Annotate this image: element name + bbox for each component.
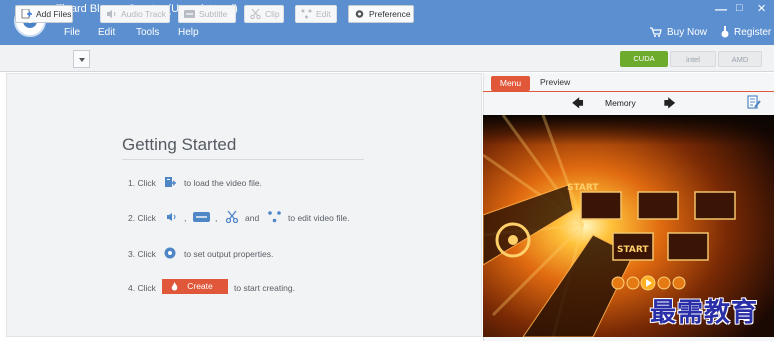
scissors-icon [250, 9, 261, 19]
subtitle-icon[interactable] [193, 212, 210, 222]
tab-underline [483, 91, 774, 92]
add-files-dropdown-button[interactable] [73, 50, 90, 68]
clip-label: Clip [265, 9, 280, 19]
cuda-badge[interactable]: CUDA [620, 51, 668, 67]
step1-prefix: 1. Click [128, 178, 156, 188]
subtitle-icon [184, 10, 195, 18]
menu-tools[interactable]: Tools [136, 27, 159, 38]
watermark-logo: 最需教育 [650, 298, 759, 328]
add-files-button[interactable]: Add Files [15, 5, 73, 23]
step2-prefix: 2. Click [128, 213, 156, 223]
preference-label: Preference [369, 9, 411, 19]
menu-help[interactable]: Help [178, 27, 199, 38]
edit-label: Edit [316, 9, 331, 19]
step3-suffix: to set output properties. [184, 249, 274, 259]
effects-icon[interactable] [268, 211, 281, 223]
audio-track-label: Audio Track [121, 9, 166, 19]
step4-suffix: to start creating. [234, 283, 295, 293]
close-button[interactable]: ✕ [757, 2, 766, 15]
amd-label: AMD [731, 55, 749, 64]
divider [122, 159, 364, 160]
register-link[interactable]: Register [734, 27, 771, 38]
clip-button[interactable]: Clip [244, 5, 284, 23]
key-icon[interactable] [720, 26, 730, 38]
gear-icon [355, 10, 364, 18]
file-list-area[interactable] [6, 73, 482, 337]
preference-button[interactable]: Preference [348, 5, 414, 23]
speaker-icon[interactable] [166, 212, 177, 222]
cuda-label: CUDA [633, 54, 655, 63]
menu-edit[interactable]: Edit [98, 27, 115, 38]
cart-icon[interactable] [650, 27, 662, 37]
getting-started-title: Getting Started [122, 135, 237, 154]
maximize-button[interactable]: □ [736, 2, 743, 14]
gear-icon[interactable] [164, 247, 176, 259]
step3-prefix: 3. Click [128, 249, 156, 259]
subtitle-label: Subtitle [199, 9, 228, 19]
menu-file[interactable]: File [64, 27, 80, 38]
tab-menu[interactable]: Menu [491, 76, 530, 91]
audio-track-button[interactable]: Audio Track [100, 5, 170, 23]
effects-icon [301, 9, 312, 19]
step2-comma2: , [215, 213, 218, 223]
add-file-icon[interactable] [164, 176, 176, 188]
arrow-left-icon[interactable]: 🡄 [572, 95, 583, 114]
step2-comma1: , [184, 213, 187, 223]
add-files-label: Add Files [36, 9, 72, 19]
fire-icon [171, 282, 178, 291]
step2-suffix: to edit video file. [288, 213, 350, 223]
create-button[interactable]: Create [162, 279, 228, 294]
step4-prefix: 4. Click [128, 283, 156, 293]
intel-badge[interactable]: intel [670, 51, 716, 67]
template-name: Memory [605, 98, 636, 108]
add-file-icon [21, 9, 32, 19]
subtitle-button[interactable]: Subtitle [178, 5, 236, 23]
intel-label: intel [686, 55, 700, 64]
arrow-right-icon[interactable]: 🡆 [664, 95, 675, 114]
tab-preview[interactable]: Preview [540, 77, 570, 87]
scissors-icon[interactable] [226, 211, 238, 223]
step2-and: and [245, 213, 260, 223]
edit-menu-icon[interactable] [747, 95, 761, 109]
speaker-icon [107, 10, 116, 18]
start-label: START [617, 245, 649, 255]
create-label: Create [187, 281, 213, 291]
buy-now-link[interactable]: Buy Now [667, 27, 707, 38]
step1-suffix: to load the video file. [184, 178, 262, 188]
amd-badge[interactable]: AMD [718, 51, 762, 67]
minimize-button[interactable]: — [715, 2, 727, 16]
edit-button[interactable]: Edit [295, 5, 337, 23]
